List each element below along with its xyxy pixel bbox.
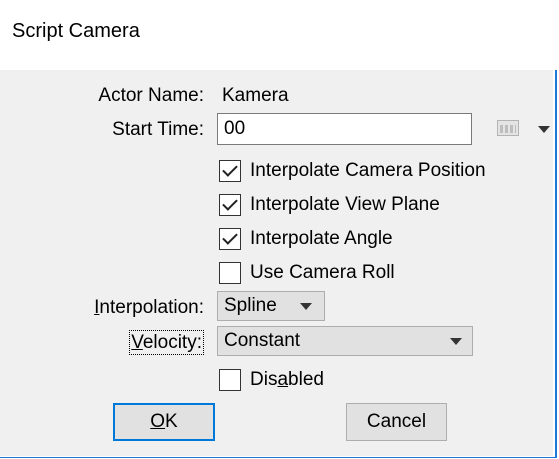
start-time-value: 00 xyxy=(224,118,246,139)
checkbox-label: Interpolate View Plane xyxy=(250,194,440,215)
chevron-down-icon xyxy=(300,303,312,310)
dialog-body: Actor Name: Kamera Start Time: 00 Interp… xyxy=(0,70,553,456)
interpolation-label: Interpolation: xyxy=(94,297,204,318)
checkbox-label: Interpolate Angle xyxy=(250,228,393,249)
chevron-down-icon xyxy=(450,338,462,345)
calendar-dropdown-arrow-icon[interactable] xyxy=(538,126,550,133)
interpolate-angle-checkbox[interactable]: Interpolate Angle xyxy=(219,225,393,253)
disabled-checkbox[interactable]: Disabled xyxy=(219,366,324,394)
interpolation-value: Spline xyxy=(224,295,277,316)
checkbox-box[interactable] xyxy=(219,194,241,216)
interpolation-select[interactable]: Spline xyxy=(217,291,325,321)
ok-button[interactable]: OK xyxy=(113,403,215,441)
checkbox-box[interactable] xyxy=(219,262,241,284)
title-bar: Script Camera xyxy=(0,0,557,70)
start-time-input[interactable]: 00 xyxy=(217,113,472,145)
use-camera-roll-checkbox[interactable]: Use Camera Roll xyxy=(219,259,395,287)
velocity-select[interactable]: Constant xyxy=(217,326,473,356)
dialog-title: Script Camera xyxy=(12,20,140,42)
script-camera-dialog: Script Camera Actor Name: Kamera Start T… xyxy=(0,0,557,458)
actor-name-value: Kamera xyxy=(222,85,289,106)
cancel-button[interactable]: Cancel xyxy=(346,403,447,441)
start-time-label: Start Time: xyxy=(112,119,204,140)
interpolate-view-plane-checkbox[interactable]: Interpolate View Plane xyxy=(219,191,440,219)
velocity-label: Velocity: xyxy=(129,330,204,355)
checkbox-box[interactable] xyxy=(219,369,241,391)
checkbox-label: Interpolate Camera Position xyxy=(250,160,486,181)
checkbox-label: Use Camera Roll xyxy=(250,262,395,283)
checkbox-box[interactable] xyxy=(219,228,241,250)
calendar-icon[interactable] xyxy=(497,120,519,136)
actor-name-label: Actor Name: xyxy=(98,85,204,106)
checkbox-label: Disabled xyxy=(250,369,324,390)
velocity-value: Constant xyxy=(224,330,301,351)
interpolate-camera-position-checkbox[interactable]: Interpolate Camera Position xyxy=(219,157,486,185)
checkbox-box[interactable] xyxy=(219,160,241,182)
